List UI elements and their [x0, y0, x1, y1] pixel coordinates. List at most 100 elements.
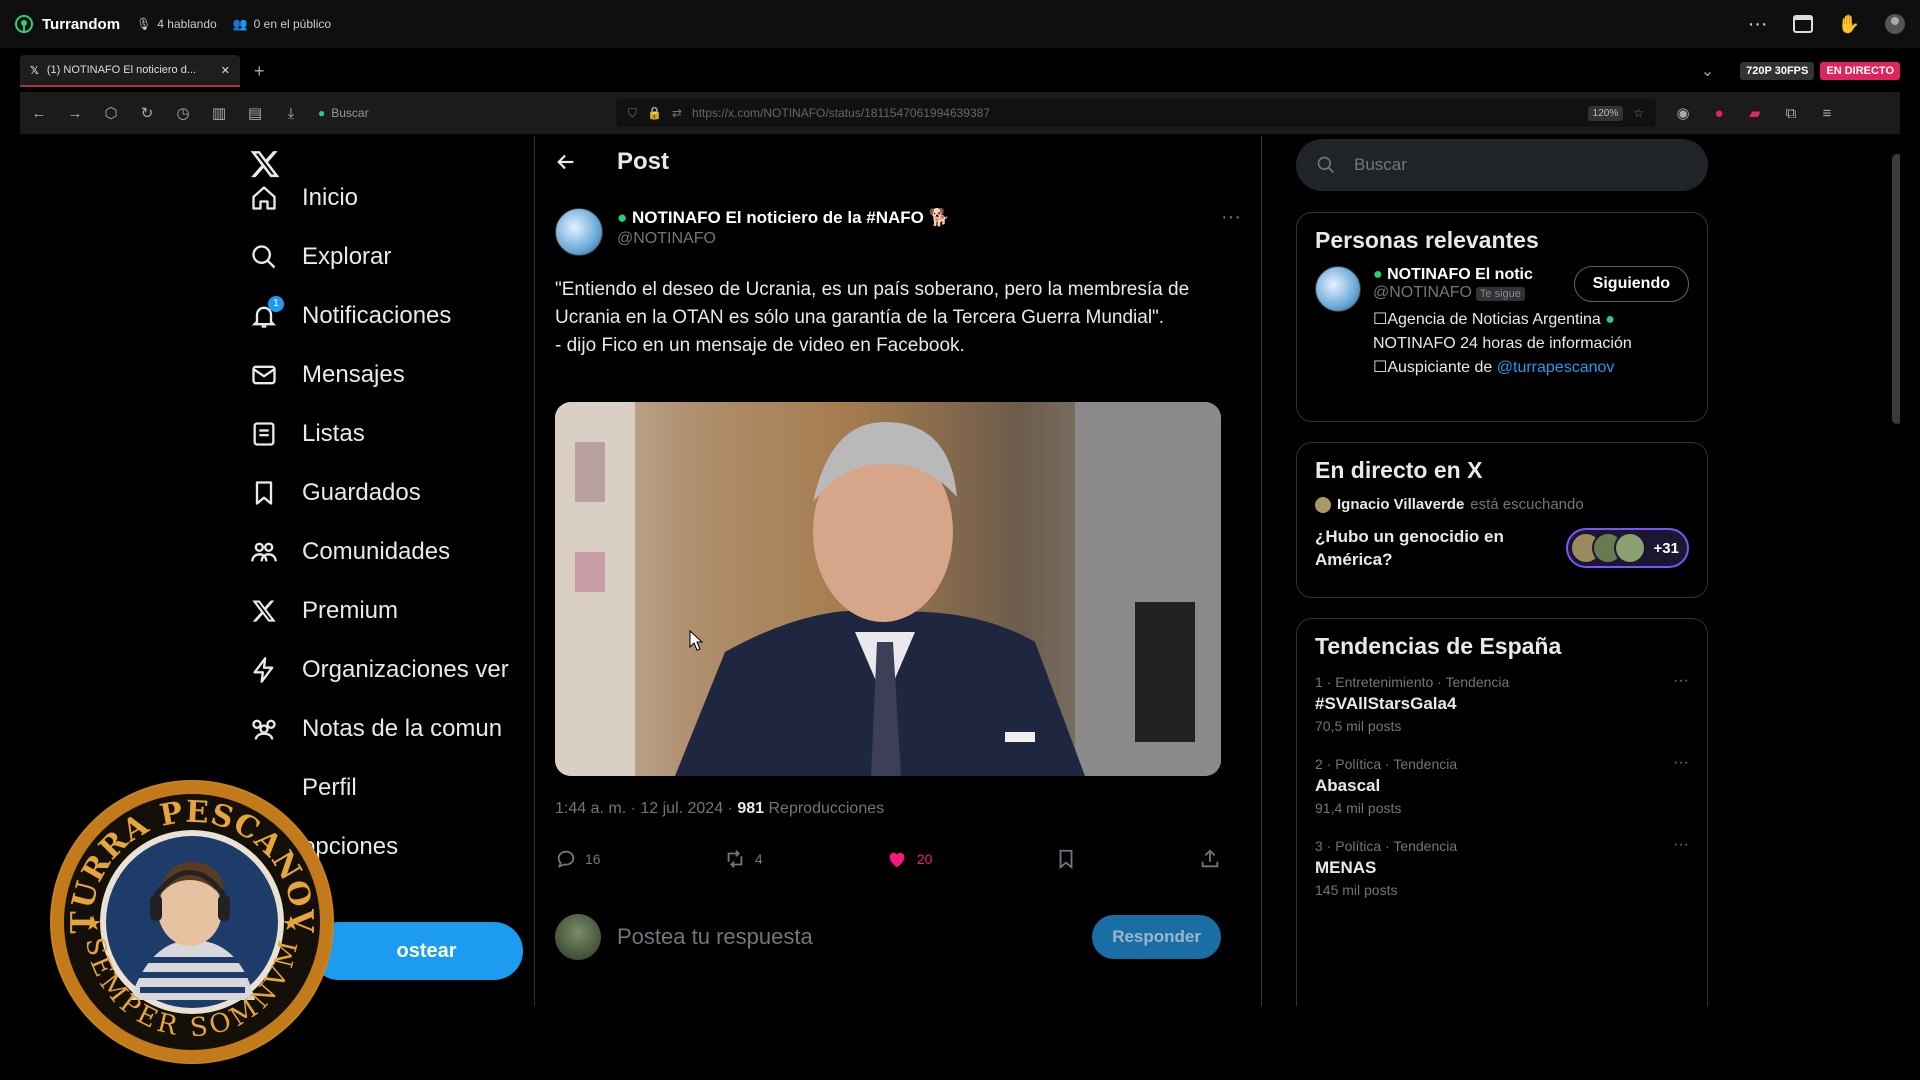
reply-button[interactable]: 16 [555, 848, 601, 870]
more-icon[interactable]: ··· [1673, 672, 1689, 690]
scrollbar-thumb[interactable] [1892, 154, 1900, 424]
trend-name[interactable]: #SVAllStarsGala4 [1315, 694, 1689, 714]
url-text[interactable]: https://x.com/NOTINAFO/status/1811547061… [692, 106, 1578, 120]
nav-label: Explorar [302, 243, 392, 270]
zoom-level[interactable]: 120% [1587, 105, 1624, 121]
star-icon[interactable]: ☆ [1633, 106, 1644, 120]
trends-card: Tendencias de España 1 · Entretenimiento… [1296, 618, 1708, 1006]
avatar[interactable] [555, 208, 603, 256]
back-icon[interactable]: ← [30, 104, 48, 122]
new-tab-icon[interactable]: + [254, 61, 265, 82]
quality-badge: 720P 30FPS [1740, 62, 1815, 80]
podcast-icon [14, 14, 34, 34]
post-button-label: ostear [396, 939, 457, 962]
bio-mention-link[interactable]: @turrapescanov [1497, 359, 1615, 376]
window-icon[interactable] [1792, 14, 1814, 34]
space-title[interactable]: ¿Hubo un genocidio en América? [1315, 525, 1555, 571]
more-icon[interactable]: ··· [1673, 836, 1689, 854]
author-display-name[interactable]: ● NOTINAFO El noticiero de la #NAFO 🐕 [617, 208, 950, 228]
download-icon[interactable]: ⤓ [282, 104, 300, 122]
trend-item[interactable]: 2 · Política · Tendencia Abascal 91,4 mi… [1315, 754, 1689, 816]
x-logo-icon[interactable] [248, 148, 282, 180]
reply-submit-button[interactable]: Responder [1092, 915, 1221, 959]
star-icon: ★ [84, 913, 102, 935]
nav-item-mensajes[interactable]: Mensajes [248, 355, 405, 395]
repost-count: 4 [754, 851, 763, 867]
nav-item-notas[interactable]: Notas de la comun [248, 709, 502, 749]
nav-item-comunidades[interactable]: Comunidades [248, 532, 450, 572]
bookmark-button[interactable] [1055, 848, 1077, 870]
nav-item-guardados[interactable]: Guardados [248, 473, 421, 513]
right-sidebar: Buscar Personas relevantes ● NOTINAFO El… [1276, 136, 1708, 1006]
share-button[interactable] [1199, 848, 1221, 870]
extension-record-icon[interactable]: ● [1710, 104, 1728, 122]
trend-category: 2 · Política · Tendencia [1315, 756, 1458, 772]
reply-input[interactable]: Postea tu respuesta [617, 924, 1076, 950]
browser-search[interactable]: ● Buscar [318, 99, 598, 127]
back-arrow-icon[interactable] [555, 151, 577, 173]
post-timestamp[interactable]: 1:44 a. m. · 12 jul. 2024 · [555, 800, 737, 817]
forward-icon[interactable]: → [66, 104, 84, 122]
person-name-text[interactable]: NOTINAFO El notic [1387, 266, 1533, 283]
views-label: Reproducciones [768, 800, 885, 817]
browser-tab[interactable]: 𝕏 (1) NOTINAFO El noticiero d... ✕ [20, 55, 240, 87]
page-scrollbar[interactable] [1890, 140, 1900, 780]
star-icon: ★ [282, 913, 300, 935]
following-button[interactable]: Siguiendo [1573, 266, 1689, 302]
url-bar[interactable]: ⛉ 🔒 ⇄ https://x.com/NOTINAFO/status/1811… [616, 99, 1656, 127]
host-name[interactable]: Ignacio Villaverde [1337, 496, 1464, 513]
close-tab-icon[interactable]: ✕ [221, 64, 230, 77]
trend-item[interactable]: 1 · Entretenimiento · Tendencia #SVAllSt… [1315, 672, 1689, 734]
nav-item-listas[interactable]: Listas [248, 414, 365, 454]
extensions-icon[interactable]: ⬡ [102, 104, 120, 122]
raise-hand-icon[interactable]: ✋ [1838, 14, 1860, 35]
reload-icon[interactable]: ↻ [138, 104, 156, 122]
nav-label: Guardados [302, 479, 421, 506]
trend-count: 70,5 mil posts [1315, 718, 1402, 734]
tabs-icon[interactable]: ▤ [246, 104, 264, 122]
more-icon[interactable]: ··· [1748, 13, 1768, 36]
author-name[interactable]: NOTINAFO El noticiero de la #NAFO [632, 208, 924, 227]
nav-item-inicio[interactable]: Inicio [248, 178, 358, 218]
post-actions: 16 4 20 [555, 848, 1221, 870]
person-handle[interactable]: @NOTINAFO [1373, 284, 1472, 301]
x-logo-icon [248, 595, 280, 627]
nav-item-explorar[interactable]: Explorar [248, 237, 391, 277]
trend-category: 1 · Entretenimiento · Tendencia [1315, 674, 1510, 690]
nav-item-organizaciones[interactable]: Organizaciones ver [248, 650, 509, 690]
nav-item-premium[interactable]: Premium [248, 591, 398, 631]
person-name[interactable]: ● NOTINAFO El notic [1373, 266, 1533, 284]
trend-name[interactable]: MENAS [1315, 858, 1689, 878]
menu-icon[interactable]: ≡ [1818, 104, 1836, 122]
user-menu-icon[interactable] [1884, 13, 1906, 35]
shield-icon[interactable]: ⛉ [628, 106, 637, 121]
sidebar-icon[interactable]: ▥ [210, 104, 228, 122]
author-handle[interactable]: @NOTINAFO [617, 230, 950, 248]
repost-button[interactable]: 4 [723, 848, 763, 870]
post-image[interactable] [555, 402, 1221, 776]
permissions-icon[interactable]: ⇄ [672, 106, 682, 120]
like-button[interactable]: 20 [885, 848, 932, 870]
chevron-down-icon[interactable]: ⌄ [1701, 61, 1714, 81]
listeners-pill[interactable]: +31 [1565, 528, 1689, 568]
nav-item-notificaciones[interactable]: 1 Notificaciones [248, 296, 451, 336]
nav-label: Notas de la comun [302, 715, 503, 742]
relevant-person[interactable]: ● NOTINAFO El notic @NOTINAFO Te sigue Si… [1315, 266, 1689, 380]
search-input[interactable]: Buscar [1296, 139, 1708, 191]
trend-name[interactable]: Abascal [1315, 776, 1689, 796]
post-button[interactable]: ostear [310, 922, 523, 980]
more-icon[interactable]: ··· [1221, 206, 1241, 229]
more-icon[interactable]: ··· [1673, 754, 1689, 772]
history-icon[interactable]: ◷ [174, 104, 192, 122]
extension-mask-icon[interactable]: ◉ [1674, 104, 1692, 122]
trend-item[interactable]: 3 · Política · Tendencia MENAS 145 mil p… [1315, 836, 1689, 898]
puzzle-icon[interactable]: ⧉ [1782, 104, 1800, 122]
avatar[interactable] [555, 914, 601, 960]
checkbox-icon: ☐ [1373, 359, 1388, 376]
live-host[interactable]: Ignacio Villaverde está escuchando [1315, 496, 1689, 513]
post-author[interactable]: ● NOTINAFO El noticiero de la #NAFO 🐕 @N… [555, 208, 950, 256]
avatar[interactable] [1315, 266, 1361, 312]
live-space[interactable]: ¿Hubo un genocidio en América? +31 [1315, 525, 1689, 571]
bio-line: NOTINAFO 24 horas de información [1373, 335, 1632, 352]
extension-red-icon[interactable]: ▰ [1746, 104, 1764, 122]
